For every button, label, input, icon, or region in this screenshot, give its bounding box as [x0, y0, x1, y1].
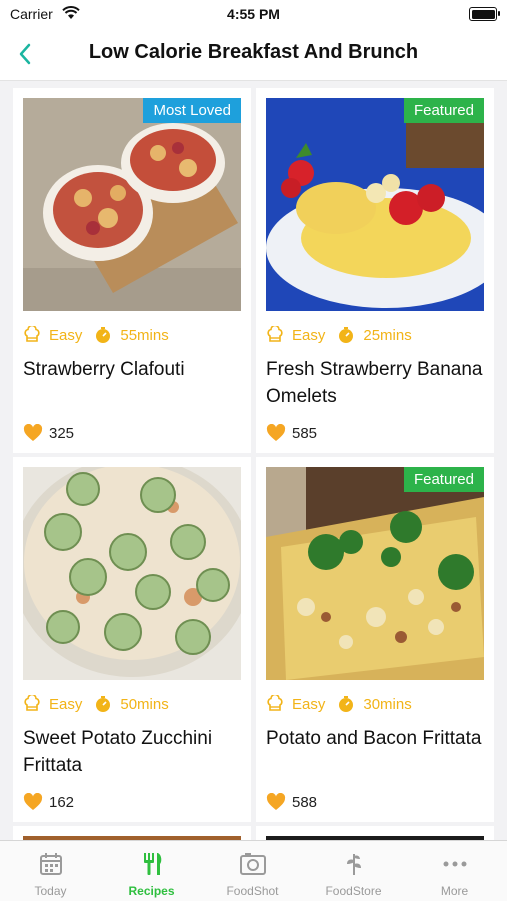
page-title: Low Calorie Breakfast And Brunch [88, 41, 419, 63]
tab-foodshot[interactable]: FoodShot [202, 841, 303, 901]
fork-knife-icon [139, 852, 165, 876]
recipe-card[interactable]: Featured Easy 30mins Potato and Bacon Fr… [256, 457, 494, 822]
likes-count: 162 [23, 793, 74, 811]
navigation-bar: Low Calorie Breakfast And Brunch [0, 28, 507, 81]
tab-label: Today [34, 884, 67, 898]
camera-icon [240, 852, 266, 876]
difficulty-label: Easy [49, 695, 83, 713]
tab-recipes[interactable]: Recipes [101, 841, 202, 901]
recipe-photo [23, 467, 241, 680]
time-label: 25mins [363, 326, 412, 344]
recipe-card[interactable] [13, 826, 251, 840]
recipe-title[interactable]: Strawberry Clafouti [23, 356, 241, 383]
timer-icon [94, 695, 112, 713]
recipe-card[interactable] [256, 826, 494, 840]
likes-label: 585 [292, 424, 318, 442]
leaf-icon [341, 852, 367, 876]
recipe-card[interactable]: Easy 50mins Sweet Potato Zucchini Fritta… [13, 457, 251, 822]
heart-icon [266, 793, 286, 810]
heart-icon [23, 424, 43, 441]
time-label: 55mins [120, 326, 169, 344]
likes-label: 325 [49, 424, 75, 442]
recipe-title[interactable]: Potato and Bacon Frittata [266, 725, 484, 752]
tab-bar: Today Recipes FoodShot FoodStore More [0, 840, 507, 901]
difficulty-label: Easy [292, 326, 326, 344]
tab-foodstore[interactable]: FoodStore [303, 841, 404, 901]
status-time: 4:55 PM [227, 6, 280, 22]
recipe-badge: Featured [403, 467, 484, 492]
battery-icon [469, 7, 500, 21]
tab-label: FoodShot [226, 884, 279, 898]
recipe-meta: Easy 55mins [23, 324, 169, 346]
tab-label: FoodStore [325, 884, 382, 898]
chef-hat-icon [266, 324, 284, 344]
tab-label: More [440, 884, 469, 898]
recipe-grid[interactable]: Most Loved Easy 55mins Strawberry Clafou… [0, 80, 507, 840]
likes-label: 588 [292, 793, 318, 811]
time-label: 30mins [363, 695, 412, 713]
recipe-meta: Easy 25mins [266, 324, 412, 346]
recipe-badge: Featured [403, 98, 484, 123]
recipe-badge: Most Loved [143, 98, 241, 123]
chef-hat-icon [23, 324, 41, 344]
likes-count: 325 [23, 424, 74, 442]
timer-icon [94, 326, 112, 344]
recipe-title[interactable]: Fresh Strawberry Banana Omelets [266, 356, 484, 410]
recipe-card[interactable]: Most Loved Easy 55mins Strawberry Clafou… [13, 88, 251, 453]
recipe-photo [266, 467, 484, 680]
timer-icon [337, 695, 355, 713]
chef-hat-icon [266, 693, 284, 713]
recipe-title[interactable]: Sweet Potato Zucchini Frittata [23, 725, 241, 779]
back-chevron-icon[interactable] [14, 40, 38, 68]
recipe-meta: Easy 50mins [23, 693, 169, 715]
difficulty-label: Easy [292, 695, 326, 713]
more-dots-icon [442, 852, 468, 876]
recipe-photo [23, 98, 241, 311]
tab-more[interactable]: More [404, 841, 505, 901]
recipe-meta: Easy 30mins [266, 693, 412, 715]
recipe-photo [266, 98, 484, 311]
tab-label: Recipes [128, 884, 175, 898]
recipe-card[interactable]: Featured Easy 25mins Fresh Strawberry Ba… [256, 88, 494, 453]
heart-icon [23, 793, 43, 810]
timer-icon [337, 326, 355, 344]
status-bar: Carrier 4:55 PM [0, 0, 507, 28]
heart-icon [266, 424, 286, 441]
tab-today[interactable]: Today [0, 841, 101, 901]
likes-count: 588 [266, 793, 317, 811]
likes-count: 585 [266, 424, 317, 442]
chef-hat-icon [23, 693, 41, 713]
time-label: 50mins [120, 695, 169, 713]
difficulty-label: Easy [49, 326, 83, 344]
likes-label: 162 [49, 793, 75, 811]
calendar-icon [38, 852, 64, 876]
